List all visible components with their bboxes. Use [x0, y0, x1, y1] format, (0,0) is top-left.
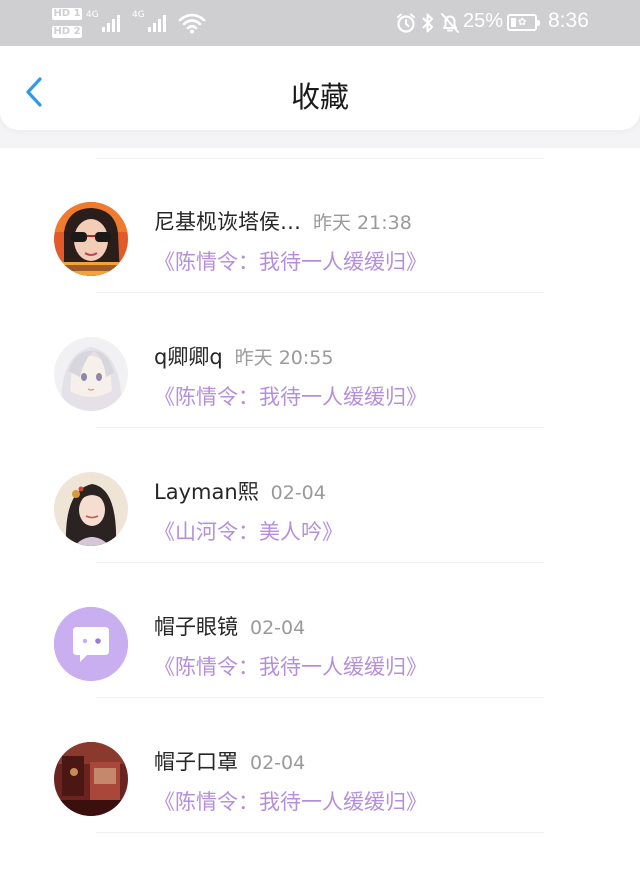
signal-icon: 4G — [86, 10, 120, 32]
photo-avatar-sunglasses — [54, 202, 128, 276]
favorite-item[interactable]: 帽子眼镜 02-04 《陈情令：我待一人缓缓归》 — [0, 553, 640, 698]
battery-percent: 25% — [463, 10, 504, 32]
hd-badge-2: HD 2 — [52, 26, 82, 38]
work-title-link[interactable]: 《陈情令：我待一人缓缓归》 — [154, 246, 427, 276]
avatar[interactable] — [54, 202, 128, 276]
avatar[interactable] — [54, 472, 128, 546]
header-bar: 收藏 — [0, 46, 640, 130]
timestamp: 02-04 — [250, 752, 306, 774]
item-header: Layman熙 02-04 — [154, 476, 326, 506]
timestamp: 昨天 21:38 — [313, 212, 412, 234]
mute-icon — [441, 13, 459, 33]
photo-avatar-red-room — [54, 742, 128, 816]
leaf-icon: ✿ — [518, 17, 527, 28]
item-header: q卿卿q 昨天 20:55 — [154, 341, 333, 371]
favorite-item[interactable]: 尼基枧诙塔侯… 昨天 21:38 《陈情令：我待一人缓缓归》 — [0, 148, 640, 293]
username[interactable]: q卿卿q — [154, 345, 223, 369]
timestamp: 02-04 — [250, 617, 306, 639]
battery-icon: ✿ — [507, 14, 540, 31]
divider — [96, 832, 544, 833]
network-type-1: 4G — [86, 10, 99, 20]
timestamp: 02-04 — [270, 482, 326, 504]
network-type-2: 4G — [132, 10, 145, 20]
chat-bubble-icon — [54, 607, 128, 681]
username[interactable]: 尼基枧诙塔侯… — [154, 210, 301, 234]
work-title-link[interactable]: 《山河令：美人吟》 — [154, 516, 343, 546]
username[interactable]: 帽子眼镜 — [154, 615, 238, 639]
timestamp: 昨天 20:55 — [234, 347, 334, 369]
username[interactable]: Layman熙 — [154, 480, 259, 504]
username[interactable]: 帽子口罩 — [154, 750, 238, 774]
work-title-link[interactable]: 《陈情令：我待一人缓缓归》 — [154, 786, 427, 816]
bluetooth-icon — [422, 13, 433, 33]
item-header: 帽子口罩 02-04 — [154, 746, 305, 776]
work-title-link[interactable]: 《陈情令：我待一人缓缓归》 — [154, 651, 427, 681]
wifi-icon — [178, 13, 206, 34]
work-title-link[interactable]: 《陈情令：我待一人缓缓归》 — [154, 381, 427, 411]
anime-avatar-white-hair — [54, 337, 128, 411]
status-bar: HD 1 HD 2 4G 4G 25% ✿ 8:36 — [0, 0, 640, 46]
alarm-icon — [397, 13, 415, 33]
illustration-avatar-ancient-lady — [54, 472, 128, 546]
item-header: 帽子眼镜 02-04 — [154, 611, 305, 641]
favorite-item[interactable]: Layman熙 02-04 《山河令：美人吟》 — [0, 418, 640, 563]
item-header: 尼基枧诙塔侯… 昨天 21:38 — [154, 206, 412, 236]
clock: 8:36 — [548, 9, 589, 32]
avatar[interactable] — [54, 607, 128, 681]
favorites-list: 尼基枧诙塔侯… 昨天 21:38 《陈情令：我待一人缓缓归》 q卿卿q 昨天 20:… — [0, 148, 640, 871]
page-title: 收藏 — [290, 80, 349, 114]
avatar[interactable] — [54, 337, 128, 411]
hd-badge-1: HD 1 — [52, 8, 82, 20]
favorite-item[interactable]: 帽子口罩 02-04 《陈情令：我待一人缓缓归》 — [0, 688, 640, 833]
avatar[interactable] — [54, 742, 128, 816]
signal-icon: 4G — [132, 10, 166, 32]
favorite-item[interactable]: q卿卿q 昨天 20:55 《陈情令：我待一人缓缓归》 — [0, 283, 640, 428]
